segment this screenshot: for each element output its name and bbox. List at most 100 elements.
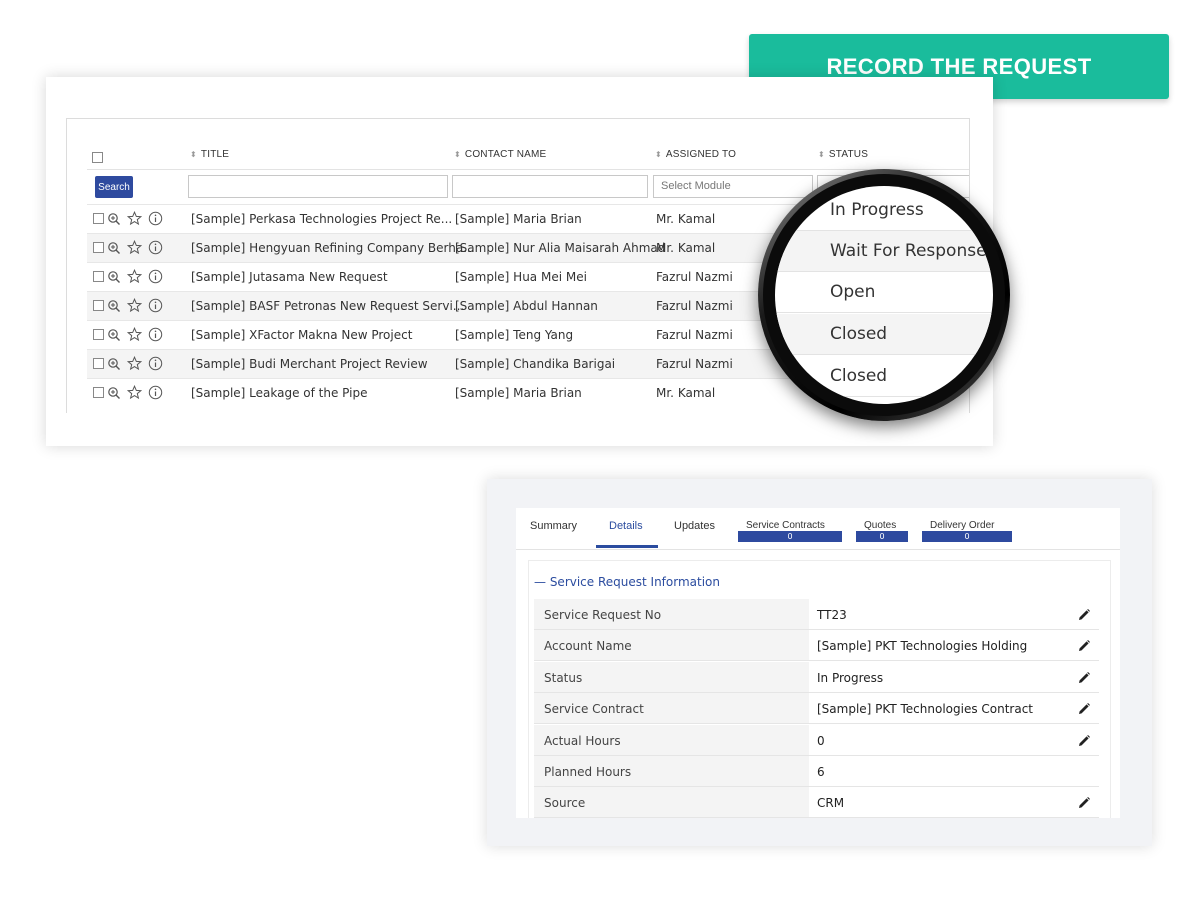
cell-contact[interactable]: [Sample] Nur Alia Maisarah Ahmad	[455, 241, 665, 255]
cell-contact[interactable]: [Sample] Hua Mei Mei	[455, 270, 587, 284]
zoom-icon[interactable]	[107, 240, 121, 259]
field-label: Account Name	[534, 630, 809, 661]
row-checkbox[interactable]	[93, 213, 104, 224]
star-icon[interactable]	[126, 297, 143, 317]
row-checkbox[interactable]	[93, 242, 104, 253]
service-contracts-count-badge: 0	[738, 531, 842, 542]
search-button[interactable]: Search	[95, 176, 133, 198]
field-value: In Progress	[817, 670, 884, 685]
contact-filter-input[interactable]	[452, 175, 648, 198]
cell-contact[interactable]: [Sample] Chandika Barigai	[455, 357, 615, 371]
field-label: Service Contract	[534, 693, 809, 724]
tab-delivery-order[interactable]: Delivery Order	[930, 520, 994, 531]
cell-assigned: Fazrul Nazmi	[656, 270, 733, 284]
field-label: Actual Hours	[534, 724, 809, 755]
status-dropdown-magnified: In Progress Wait For Response Open Close…	[775, 186, 993, 404]
cell-contact[interactable]: [Sample] Maria Brian	[455, 386, 582, 400]
field-row: Account Name [Sample] PKT Technologies Ho…	[534, 630, 1099, 662]
request-detail-panel: Summary Details Updates Service Contract…	[516, 508, 1120, 818]
star-icon[interactable]	[126, 210, 143, 230]
zoom-icon[interactable]	[107, 269, 121, 288]
select-all-checkbox[interactable]	[92, 152, 103, 163]
tab-service-contracts[interactable]: Service Contracts	[746, 520, 825, 531]
info-icon[interactable]	[148, 269, 163, 288]
cell-title[interactable]: [Sample] Jutasama New Request	[191, 270, 388, 284]
cell-assigned: Mr. Kamal	[656, 241, 716, 255]
row-checkbox[interactable]	[93, 387, 104, 398]
cell-contact[interactable]: [Sample] Maria Brian	[455, 212, 582, 226]
field-row: Status In Progress	[534, 661, 1099, 693]
info-icon[interactable]	[148, 211, 163, 230]
tab-details[interactable]: Details	[609, 520, 643, 532]
col-header-assigned-label: ASSIGNED TO	[665, 149, 737, 160]
zoom-icon[interactable]	[107, 298, 121, 317]
field-label: Status	[534, 661, 809, 692]
zoom-icon[interactable]	[107, 211, 121, 230]
field-value: CRM	[817, 796, 845, 811]
col-header-contact-label: CONTACT NAME	[464, 149, 547, 160]
row-checkbox[interactable]	[93, 329, 104, 340]
status-option[interactable]: Wait For Response	[775, 231, 993, 272]
cell-assigned: Fazrul Nazmi	[656, 328, 733, 342]
tab-quotes[interactable]: Quotes	[864, 520, 896, 531]
zoom-icon[interactable]	[107, 356, 121, 375]
sort-icon: ⬍	[818, 150, 825, 159]
field-row: Actual Hours 0	[534, 724, 1099, 756]
cell-assigned: Mr. Kamal	[656, 212, 716, 226]
field-value: 6	[817, 765, 825, 779]
section-title[interactable]: — Service Request Information	[534, 575, 720, 589]
status-option[interactable]: In Progress	[775, 190, 993, 231]
info-icon[interactable]	[148, 356, 163, 375]
star-icon[interactable]	[126, 268, 143, 288]
star-icon[interactable]	[126, 326, 143, 346]
col-header-status-label: STATUS	[828, 149, 869, 160]
row-checkbox[interactable]	[93, 358, 104, 369]
row-checkbox[interactable]	[93, 300, 104, 311]
request-detail-card: Summary Details Updates Service Contract…	[487, 479, 1152, 846]
zoom-icon[interactable]	[107, 327, 121, 346]
cell-contact[interactable]: [Sample] Teng Yang	[455, 328, 573, 342]
status-option[interactable]: Closed	[775, 356, 993, 397]
cell-assigned: Fazrul Nazmi	[656, 299, 733, 313]
col-header-title-label: TITLE	[200, 149, 230, 160]
field-value: [Sample] PKT Technologies Contract	[817, 702, 1034, 717]
cell-title[interactable]: [Sample] Budi Merchant Project Review	[191, 357, 428, 371]
tabs-divider	[516, 549, 1120, 550]
col-header-contact[interactable]: ⬍ CONTACT NAME	[454, 149, 546, 160]
star-icon[interactable]	[126, 384, 143, 404]
service-request-info-section: — Service Request Information Service Re…	[528, 560, 1111, 818]
tab-updates[interactable]: Updates	[674, 520, 715, 532]
magnifier-lens: In Progress Wait For Response Open Close…	[758, 169, 1010, 421]
cell-assigned: Fazrul Nazmi	[656, 357, 733, 371]
col-header-title[interactable]: ⬍ TITLE	[190, 149, 229, 160]
header-divider	[87, 169, 969, 170]
row-checkbox[interactable]	[93, 271, 104, 282]
field-row: Service Request No TT23	[534, 599, 1099, 630]
title-filter-input[interactable]	[188, 175, 448, 198]
field-label: Planned Hours	[534, 756, 809, 786]
info-icon[interactable]	[148, 240, 163, 259]
star-icon[interactable]	[126, 355, 143, 375]
info-icon[interactable]	[148, 298, 163, 317]
star-icon[interactable]	[126, 239, 143, 259]
cell-contact[interactable]: [Sample] Abdul Hannan	[455, 299, 598, 313]
field-label: Service Request No	[534, 599, 809, 629]
cell-title[interactable]: [Sample] Perkasa Technologies Project Re…	[191, 212, 452, 226]
info-icon[interactable]	[148, 385, 163, 404]
col-header-status[interactable]: ⬍ STATUS	[818, 149, 868, 160]
field-value: TT23	[817, 608, 847, 622]
field-label: Source	[534, 787, 809, 818]
zoom-icon[interactable]	[107, 385, 121, 404]
tab-summary[interactable]: Summary	[530, 520, 577, 532]
cell-title[interactable]: [Sample] Hengyuan Refining Company Berha…	[191, 241, 475, 255]
status-option[interactable]: Open	[775, 272, 993, 313]
cell-title[interactable]: [Sample] XFactor Makna New Project	[191, 328, 412, 342]
cell-title[interactable]: [Sample] BASF Petronas New Request Servi…	[191, 299, 464, 313]
info-icon[interactable]	[148, 327, 163, 346]
field-value: [Sample] PKT Technologies Holding	[817, 639, 1028, 654]
status-option[interactable]: Closed	[775, 314, 993, 355]
col-header-assigned[interactable]: ⬍ ASSIGNED TO	[655, 149, 736, 160]
field-row: Service Contract [Sample] PKT Technologie…	[534, 693, 1099, 725]
cell-title[interactable]: [Sample] Leakage of the Pipe	[191, 386, 367, 400]
sort-icon: ⬍	[655, 150, 662, 159]
